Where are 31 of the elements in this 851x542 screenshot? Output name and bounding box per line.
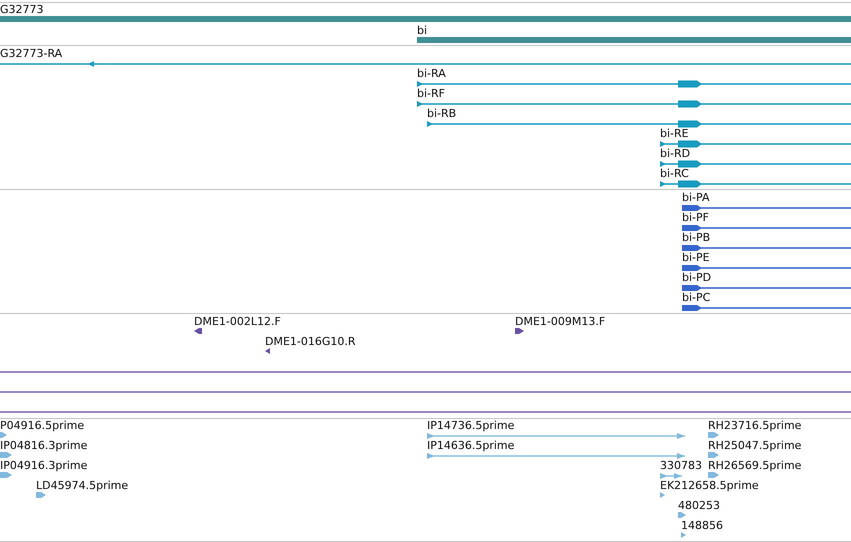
feature-label: P04916.5prime [0, 419, 84, 432]
feature-label: bi-PF [682, 211, 709, 224]
feature-label: DME1-002L12.F [194, 315, 281, 328]
feature-label: bi-PA [682, 191, 710, 204]
feature-label: bi-PC [682, 291, 710, 304]
feature-label: RH23716.5prime [708, 419, 802, 432]
feature-label: RH26569.5prime [708, 459, 802, 472]
feature-label: bi-RB [427, 107, 456, 120]
feature-label: 330783 [660, 459, 702, 472]
feature-label: bi-RC [660, 167, 689, 180]
feature-label: bi-RF [417, 87, 445, 100]
feature-label: LD45974.5prime [36, 479, 128, 492]
feature-label: bi-RD [660, 147, 690, 160]
feature-label: bi-PE [682, 251, 710, 264]
feature-label: IP14636.5prime [427, 439, 514, 452]
feature-label: 480253 [678, 499, 720, 512]
feature-label: G32773 [0, 3, 44, 16]
feature-label: 148856 [681, 519, 723, 532]
feature-label: IP04916.3prime [0, 459, 88, 472]
feature-label: DME1-009M13.F [515, 315, 606, 328]
feature-label: bi [417, 24, 428, 37]
feature-label: RH25047.5prime [708, 439, 802, 452]
feature-label: bi-RA [417, 67, 446, 80]
feature-label: EK212658.5prime [660, 479, 759, 492]
feature-label: DME1-016G10.R [265, 335, 356, 348]
feature-label: IP14736.5prime [427, 419, 514, 432]
feature-label: G32773-RA [0, 47, 62, 60]
feature-label: bi-PB [682, 231, 710, 244]
feature-label: IP04816.3prime [0, 439, 88, 452]
feature-label: bi-RE [660, 127, 689, 140]
feature-label: bi-PD [682, 271, 712, 284]
